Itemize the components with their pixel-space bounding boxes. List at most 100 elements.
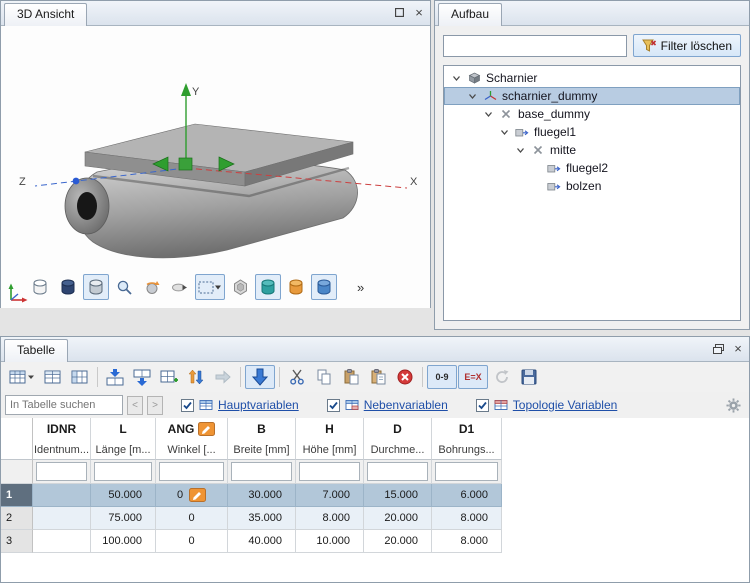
column-header-d[interactable]: D	[364, 418, 432, 440]
close-tabelle-button[interactable]: ×	[729, 340, 747, 357]
filter-clear-button[interactable]: Filter löschen	[633, 34, 741, 57]
column-header-ang[interactable]: ANG	[156, 418, 228, 440]
selection-mode-button[interactable]	[195, 274, 225, 300]
cell-d-row1[interactable]: 15.000	[364, 484, 432, 507]
cell-h-row1[interactable]: 7.000	[296, 484, 364, 507]
tree-item-mitte[interactable]: mitte	[444, 141, 740, 159]
checkbox-label-hauptvariablen[interactable]: Hauptvariablen	[218, 398, 299, 412]
filter-input-d1[interactable]	[435, 462, 498, 481]
add-values-button[interactable]	[156, 365, 182, 389]
table-search-input[interactable]	[5, 395, 123, 415]
expander-chevron-icon[interactable]	[450, 74, 462, 83]
animation-button[interactable]	[167, 274, 193, 300]
table-row-1[interactable]: 1 50.000030.0007.00015.0006.000	[1, 484, 749, 507]
hinge-model[interactable]	[65, 124, 358, 258]
search-prev-button[interactable]: <	[127, 396, 143, 415]
tree-item-bolzen[interactable]: bolzen	[444, 177, 740, 195]
row-header-3[interactable]: 3	[1, 530, 33, 553]
3d-viewport[interactable]: Y X Z	[1, 26, 430, 308]
cell-h-row3[interactable]: 10.000	[296, 530, 364, 553]
expander-chevron-icon[interactable]	[466, 92, 478, 101]
cell-b-row3[interactable]: 40.000	[228, 530, 296, 553]
cell-d1-row2[interactable]: 8.000	[432, 507, 502, 530]
checkbox-topologie-variablen[interactable]: Topologie Variablen	[476, 398, 618, 412]
tab-tabelle[interactable]: Tabelle	[4, 339, 68, 362]
close-button[interactable]: ×	[410, 4, 428, 21]
table-row-3[interactable]: 3100.000040.00010.00020.0008.000	[1, 530, 749, 553]
checkbox-nebenvariablen[interactable]: Nebenvariablen	[327, 398, 448, 412]
insert-row-end-button[interactable]	[129, 365, 155, 389]
rotate-view-button[interactable]	[139, 274, 165, 300]
tree-item-fluegel2[interactable]: fluegel2	[444, 159, 740, 177]
refresh-button[interactable]	[489, 365, 515, 389]
cell-ang-row2[interactable]: 0	[156, 507, 228, 530]
tree-item-base_dummy[interactable]: base_dummy	[444, 105, 740, 123]
table-new-button[interactable]	[40, 365, 66, 389]
checkbox-label-topologie-variablen[interactable]: Topologie Variablen	[513, 398, 618, 412]
tab-aufbau[interactable]: Aufbau	[438, 3, 502, 26]
column-header-idnr[interactable]: IDNR	[33, 418, 91, 440]
cell-ang-row3[interactable]: 0	[156, 530, 228, 553]
tree-item-scharnier_dummy[interactable]: scharnier_dummy	[444, 87, 740, 105]
aufbau-search-input[interactable]	[443, 35, 627, 57]
cell-b-row1[interactable]: 30.000	[228, 484, 296, 507]
paste-button[interactable]	[338, 365, 364, 389]
float-panel-button[interactable]	[709, 340, 727, 357]
cell-d1-row1[interactable]: 6.000	[432, 484, 502, 507]
checkbox-box[interactable]	[327, 399, 340, 412]
expander-chevron-icon[interactable]	[514, 146, 526, 155]
zoom-button[interactable]	[111, 274, 137, 300]
tab-3d-ansicht[interactable]: 3D Ansicht	[4, 3, 87, 26]
checkbox-hauptvariablen[interactable]: Hauptvariablen	[181, 398, 299, 412]
filter-input-b[interactable]	[231, 462, 292, 481]
row-header-1[interactable]: 1	[1, 484, 33, 507]
cut-button[interactable]	[284, 365, 310, 389]
numeric-display-toggle[interactable]: 0-9	[427, 365, 457, 389]
cell-idnr-row2[interactable]	[33, 507, 91, 530]
cell-idnr-row3[interactable]	[33, 530, 91, 553]
toolbar-overflow-button[interactable]: »	[357, 280, 364, 295]
column-header-d1[interactable]: D1	[432, 418, 502, 440]
cylinder-teal-button[interactable]	[255, 274, 281, 300]
paste-special-button[interactable]	[365, 365, 391, 389]
table-properties-button[interactable]	[67, 365, 93, 389]
cell-d-row2[interactable]: 20.000	[364, 507, 432, 530]
transfer-button[interactable]	[210, 365, 236, 389]
cell-l-row3[interactable]: 100.000	[91, 530, 156, 553]
save-button[interactable]	[516, 365, 542, 389]
formula-display-toggle[interactable]: E=X	[458, 365, 488, 389]
cylinder-wire-button[interactable]	[27, 274, 53, 300]
cell-idnr-row1[interactable]	[33, 484, 91, 507]
expander-chevron-icon[interactable]	[482, 110, 494, 119]
cell-l-row2[interactable]: 75.000	[91, 507, 156, 530]
search-next-button[interactable]: >	[147, 396, 163, 415]
cell-h-row2[interactable]: 8.000	[296, 507, 364, 530]
table-select-menu-button[interactable]	[5, 365, 39, 389]
apply-values-button[interactable]	[245, 365, 275, 389]
mesh-display-button[interactable]	[227, 274, 253, 300]
filter-input-ang[interactable]	[159, 462, 224, 481]
cylinder-orange-button[interactable]	[283, 274, 309, 300]
cell-l-row1[interactable]: 50.000	[91, 484, 156, 507]
cell-ang-row1[interactable]: 0	[156, 484, 228, 507]
checkbox-label-nebenvariablen[interactable]: Nebenvariablen	[364, 398, 448, 412]
tree-item-fluegel1[interactable]: fluegel1	[444, 123, 740, 141]
filter-input-h[interactable]	[299, 462, 360, 481]
row-header-2[interactable]: 2	[1, 507, 33, 530]
tree-item-Scharnier[interactable]: Scharnier	[444, 69, 740, 87]
delete-button[interactable]	[392, 365, 418, 389]
maximize-button[interactable]	[390, 4, 408, 21]
reorder-columns-button[interactable]	[183, 365, 209, 389]
cell-b-row2[interactable]: 35.000	[228, 507, 296, 530]
settings-gear-button[interactable]	[726, 398, 741, 413]
filter-input-l[interactable]	[94, 462, 152, 481]
cell-d1-row3[interactable]: 8.000	[432, 530, 502, 553]
column-header-b[interactable]: B	[228, 418, 296, 440]
cylinder-shaded-button[interactable]	[83, 274, 109, 300]
column-header-h[interactable]: H	[296, 418, 364, 440]
edit-formula-icon[interactable]	[198, 422, 215, 436]
expander-chevron-icon[interactable]	[498, 128, 510, 137]
copy-button[interactable]	[311, 365, 337, 389]
cylinder-blue-button[interactable]	[311, 274, 337, 300]
table-row-2[interactable]: 275.000035.0008.00020.0008.000	[1, 507, 749, 530]
